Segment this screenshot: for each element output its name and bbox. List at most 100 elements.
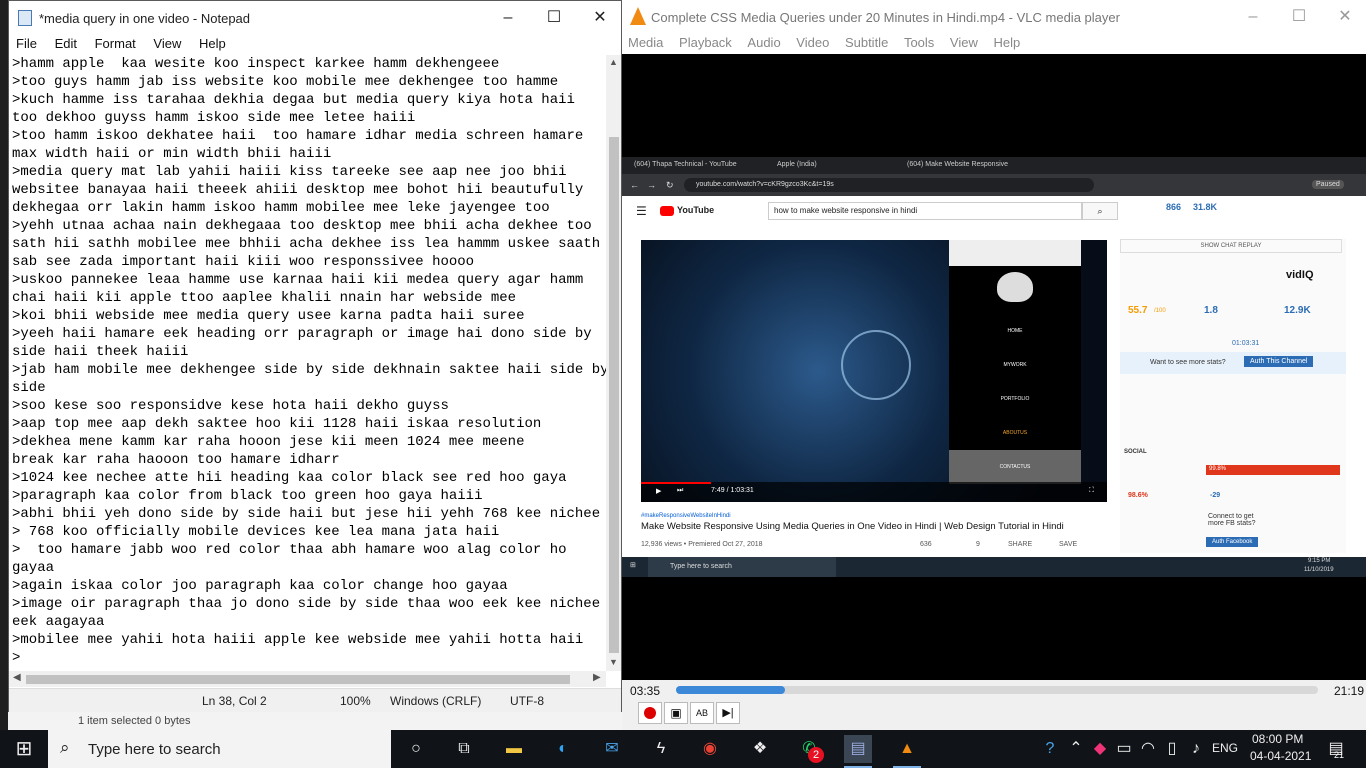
help-icon[interactable]: ? xyxy=(1036,735,1064,763)
volume-icon[interactable]: ♪ xyxy=(1182,735,1210,763)
auth-channel-button[interactable]: Auth This Channel xyxy=(1244,356,1314,367)
youtube-player[interactable]: HOME MYWORK PORTFOLIO ABOUTUS CONTACTUS … xyxy=(641,240,1107,502)
notepad-titlebar[interactable]: *media query in one video - Notepad – ☐ … xyxy=(9,1,621,35)
save-button[interactable]: SAVE xyxy=(1059,541,1077,548)
notepad-taskbar-icon[interactable]: ▤ xyxy=(844,735,872,763)
browser-tab[interactable]: (604) Thapa Technical - YouTube xyxy=(634,161,737,168)
vlc-menu-tools[interactable]: Tools xyxy=(898,32,940,53)
dropbox-icon[interactable]: ❖ xyxy=(746,735,774,763)
vlc-menu-audio[interactable]: Audio xyxy=(741,32,786,53)
ab-loop-button[interactable]: AB xyxy=(690,702,714,724)
dislike-count[interactable]: 9 xyxy=(976,541,980,548)
site-nav-item[interactable]: MYWORK xyxy=(949,348,1081,382)
text-line: >aap top mee aap dekh saktee hoo kii 112… xyxy=(12,416,542,432)
mail-icon[interactable]: ✉ xyxy=(598,735,626,763)
vlc-menu-video[interactable]: Video xyxy=(790,32,835,53)
close-button[interactable]: ✕ xyxy=(577,1,623,35)
notepad-icon xyxy=(18,10,32,26)
site-nav-item[interactable]: CONTACTUS xyxy=(949,450,1081,484)
text-line: break kar raha haooon too hamare idharr xyxy=(12,452,340,468)
seek-bar[interactable] xyxy=(676,686,1318,694)
file-explorer-icon[interactable]: ▬ xyxy=(500,735,528,763)
paused-badge: Paused xyxy=(1312,180,1344,189)
scroll-thumb[interactable] xyxy=(609,137,619,653)
vlc-menu-subtitle[interactable]: Subtitle xyxy=(839,32,894,53)
text-line: sath hii sathh mobilee mee bhhii acha de… xyxy=(12,236,601,252)
vlc-menu-media[interactable]: Media xyxy=(622,32,669,53)
text-line: >image oir paragraph thaa jo dono side b… xyxy=(12,596,601,612)
text-line: >too hamm iskoo dekhatee haii too hamare… xyxy=(12,128,584,144)
vlc-cone-icon xyxy=(630,7,646,25)
share-button[interactable]: SHARE xyxy=(1008,541,1032,548)
video-hashtag[interactable]: #makeResponsiveWebsiteInHindi xyxy=(641,513,731,519)
text-line: sab see zada important haii kiii woo res… xyxy=(12,254,475,270)
cortana-icon[interactable]: ○ xyxy=(402,735,430,763)
vidiq-header-views: 31.8K xyxy=(1193,202,1218,212)
clock-date[interactable]: 04-04-2021 xyxy=(1250,749,1311,763)
player-progress[interactable] xyxy=(641,482,711,484)
text-line: >paragraph kaa color from black too gree… xyxy=(12,488,483,504)
text-line: >1024 kee nechee atte hii heading kaa co… xyxy=(12,470,567,486)
site-nav-item[interactable]: PORTFOLIO xyxy=(949,382,1081,416)
auth-facebook-button[interactable]: Auth Facebook xyxy=(1206,537,1259,547)
maximize-button[interactable]: ☐ xyxy=(531,1,577,35)
language[interactable]: ENG xyxy=(1212,741,1238,755)
edge-icon[interactable]: ◐ xyxy=(549,735,577,763)
vlc-titlebar[interactable]: Complete CSS Media Queries under 20 Minu… xyxy=(622,0,1366,34)
site-nav-item[interactable]: ABOUTUS xyxy=(949,416,1081,450)
minimize-button[interactable]: – xyxy=(485,1,531,35)
snapshot-button[interactable]: ▣ xyxy=(664,702,688,724)
menu-view[interactable]: View xyxy=(146,35,188,52)
vlc-taskbar-icon[interactable]: ▲ xyxy=(893,735,921,763)
search-icon[interactable]: ⌕ xyxy=(1082,202,1118,220)
horizontal-scrollbar[interactable]: ◀ ▶ xyxy=(9,671,606,687)
vlc-menu-view[interactable]: View xyxy=(944,32,984,53)
explorer-status-behind: 1 item selected 0 bytes xyxy=(8,712,622,730)
clock-time[interactable]: 08:00 PM xyxy=(1252,732,1303,746)
show-chat-replay-button[interactable]: SHOW CHAT REPLAY xyxy=(1120,239,1342,253)
scroll-right-icon[interactable]: ▶ xyxy=(593,672,601,683)
record-button[interactable] xyxy=(638,702,662,724)
scroll-left-icon[interactable]: ◀ xyxy=(13,672,21,683)
menu-help[interactable]: Help xyxy=(192,35,233,52)
taskbar-search[interactable]: ⌕ Type here to search xyxy=(48,730,391,768)
youtube-search-input[interactable]: how to make website responsive in hindi xyxy=(768,202,1082,220)
lightning-app-icon[interactable]: ϟ xyxy=(647,735,675,763)
menu-format[interactable]: Format xyxy=(88,35,143,52)
text-line: >kuch hamme iss tarahaa dekhia degaa but… xyxy=(12,92,575,108)
scroll-up-icon[interactable]: ▲ xyxy=(609,57,618,67)
start-icon[interactable]: ⊞ xyxy=(10,735,38,763)
menu-file[interactable]: File xyxy=(9,35,44,52)
inner-clock-time: 9:15 PM xyxy=(1308,558,1331,564)
vlc-maximize-button[interactable]: ☐ xyxy=(1276,0,1322,34)
social-heading: SOCIAL xyxy=(1124,449,1147,455)
text-line: >yeeh haii hamare eek heading orr paragr… xyxy=(12,326,592,342)
vlc-minimize-button[interactable]: – xyxy=(1230,0,1276,34)
scroll-down-icon[interactable]: ▼ xyxy=(609,657,618,667)
vertical-scrollbar[interactable]: ▲ ▼ xyxy=(606,55,621,671)
site-nav-item[interactable]: HOME xyxy=(949,314,1081,348)
vlc-menu-playback[interactable]: Playback xyxy=(673,32,738,53)
notepad-text-area[interactable]: >hamm apple kaa wesite koo inspect karke… xyxy=(12,55,606,671)
fullscreen-icon[interactable]: ⛶ xyxy=(1089,487,1094,495)
video-frame[interactable]: (604) Thapa Technical - YouTube Apple (I… xyxy=(622,157,1366,577)
hscroll-thumb[interactable] xyxy=(26,675,570,684)
status-bar: Ln 38, Col 2 100% Windows (CRLF) UTF-8 xyxy=(9,688,621,712)
frame-step-button[interactable]: ▶| xyxy=(716,702,740,724)
hamburger-icon[interactable]: ☰ xyxy=(636,204,647,218)
browser-tab[interactable]: (604) Make Website Responsive xyxy=(907,161,1008,168)
vlc-menu-help[interactable]: Help xyxy=(988,32,1027,53)
browser-toolbar: ← → ↻ youtube.com/watch?v=cKR9gzco3Kc&t=… xyxy=(622,174,1366,196)
back-icon[interactable]: ← xyxy=(630,180,639,190)
reload-icon[interactable]: ↻ xyxy=(666,180,674,191)
like-count[interactable]: 636 xyxy=(920,541,932,548)
forward-icon[interactable]: → xyxy=(647,180,656,190)
next-icon[interactable]: ⏭ xyxy=(677,487,683,495)
chrome-icon[interactable]: ◉ xyxy=(696,735,724,763)
play-icon[interactable]: ▶ xyxy=(656,487,661,495)
vlc-close-button[interactable]: ✕ xyxy=(1322,0,1366,34)
menu-edit[interactable]: Edit xyxy=(48,35,84,52)
address-bar[interactable]: youtube.com/watch?v=cKR9gzco3Kc&t=19s xyxy=(684,178,1094,192)
browser-tab[interactable]: Apple (India) xyxy=(777,161,817,168)
task-view-icon[interactable]: ⧉ xyxy=(450,735,478,763)
